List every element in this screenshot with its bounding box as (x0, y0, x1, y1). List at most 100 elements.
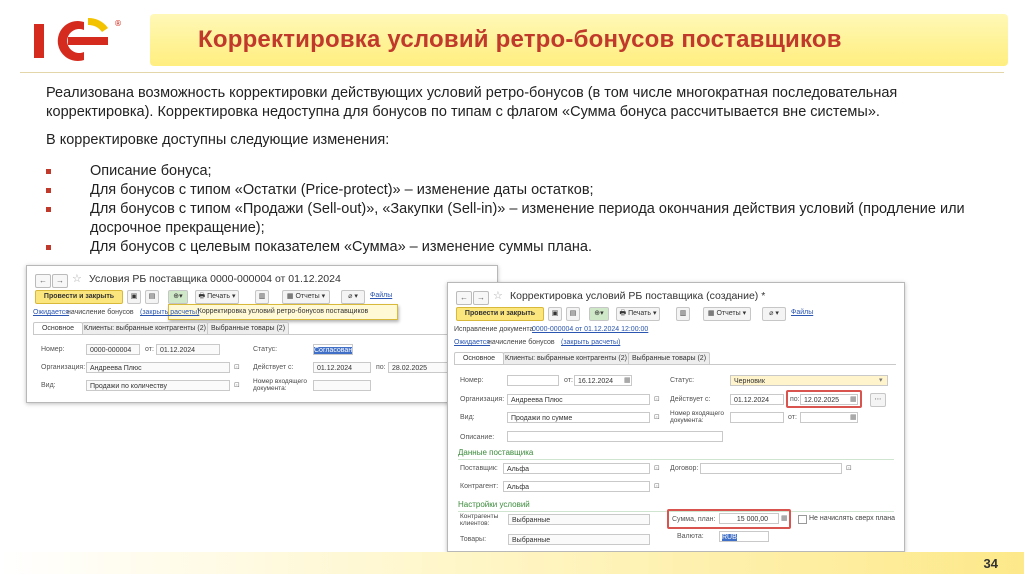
tab-divider (454, 364, 896, 365)
period-button[interactable]: ⋯ (870, 393, 886, 407)
number-field[interactable] (507, 375, 559, 386)
window-title: Корректировка условий РБ поставщика (соз… (510, 290, 766, 302)
print-button[interactable]: 🖶 Печать ▾ (195, 290, 239, 304)
supplier-label: Поставщик: (460, 465, 498, 472)
valid-from-label: Действует с: (253, 364, 294, 371)
list-item: Для бонусов с типом «Остатки (Price-prot… (46, 181, 986, 200)
correction-menu-item[interactable]: Корректировка условий ретро-бонусов пост… (168, 304, 398, 320)
open-icon[interactable]: ⊡ (846, 464, 852, 472)
post-icon[interactable]: ▤ (145, 290, 159, 304)
conditions-section-title: Настройки условий (458, 500, 530, 509)
attach-file-icon[interactable]: ⌀ ▾ (762, 307, 786, 321)
post-icon[interactable]: ▤ (566, 307, 580, 321)
intro-paragraph: Реализована возможность корректировки де… (46, 85, 898, 120)
valid-from-field[interactable]: 01.12.2024 (313, 362, 371, 373)
calculator-icon[interactable]: ▦ (781, 514, 788, 522)
create-based-on-icon[interactable]: ⊕▾ (589, 307, 609, 321)
slide-header: ® Корректировка условий ретро-бонусов по… (0, 0, 1024, 78)
clients-label: Контрагенты клиентов: (460, 513, 499, 527)
contract-label: Договор: (670, 465, 699, 472)
valid-from-field[interactable]: 01.12.2024 (730, 394, 784, 405)
kind-field[interactable]: Продажи по количеству (86, 380, 230, 391)
close-calculations-link[interactable]: (закрыть расчеты) (561, 339, 620, 346)
favorite-star-icon[interactable]: ☆ (72, 272, 82, 285)
calendar-icon[interactable]: ▦ (624, 376, 631, 384)
currency-field[interactable]: RUB (719, 531, 769, 542)
attachment-icon[interactable]: ▥ (255, 290, 269, 304)
goods-label: Товары: (460, 536, 487, 543)
correction-document-window: ← → ☆ Корректировка условий РБ поставщик… (447, 282, 905, 552)
counterparty-field[interactable]: Альфа (503, 481, 650, 492)
valid-to-field[interactable]: 28.02.2025 (388, 362, 448, 373)
status-label: Статус: (253, 346, 278, 353)
number-label: Номер: (460, 377, 484, 384)
reports-button[interactable]: ▦ Отчеты ▾ (703, 307, 751, 321)
tab-divider (33, 334, 489, 335)
correction-text: Исправление документа (454, 326, 534, 333)
from-label: от: (564, 377, 573, 384)
goods-field[interactable]: Выбранные (508, 534, 650, 545)
reports-button[interactable]: ▦ Отчеты ▾ (282, 290, 330, 304)
open-icon[interactable]: ⊡ (654, 464, 660, 472)
open-icon[interactable]: ⊡ (234, 381, 240, 389)
awaiting-link[interactable]: Ожидается (454, 339, 490, 346)
incoming-number-field[interactable] (730, 412, 784, 423)
print-button[interactable]: 🖶 Печать ▾ (616, 307, 660, 321)
source-document-link[interactable]: 0000-000004 от 01.12.2024 12:00:00 (532, 326, 648, 333)
attachment-icon[interactable]: ▥ (676, 307, 690, 321)
post-and-close-button[interactable]: Провести и закрыть (456, 307, 544, 321)
clients-field[interactable]: Выбранные (508, 514, 650, 525)
files-link[interactable]: Файлы (791, 309, 813, 316)
incoming-number-field[interactable] (313, 380, 371, 391)
section-divider (458, 459, 894, 460)
open-icon[interactable]: ⊡ (234, 363, 240, 371)
date-field[interactable]: 01.12.2024 (156, 344, 220, 355)
chevron-down-icon[interactable]: ▾ (879, 376, 883, 384)
changes-list: Описание бонуса; Для бонусов с типом «Ос… (46, 162, 986, 257)
description-label: Описание: (460, 434, 495, 441)
forward-arrow-icon[interactable]: → (473, 291, 489, 305)
list-item: Для бонусов с типом «Продажи (Sell-out)»… (46, 200, 986, 238)
back-arrow-icon[interactable]: ← (35, 274, 51, 288)
forward-arrow-icon[interactable]: → (52, 274, 68, 288)
supplier-field[interactable]: Альфа (503, 463, 650, 474)
description-field[interactable] (507, 431, 723, 442)
calendar-icon[interactable]: ▦ (850, 413, 857, 421)
number-field[interactable]: 0000-000004 (86, 344, 140, 355)
open-icon[interactable]: ⊡ (654, 395, 660, 403)
window-title: Условия РБ поставщика 0000-000004 от 01.… (89, 273, 341, 285)
list-item: Описание бонуса; (46, 162, 986, 181)
status-select[interactable]: Черновик (730, 375, 888, 386)
no-accrue-label: Не начислять сверх плана (809, 515, 896, 522)
back-arrow-icon[interactable]: ← (456, 291, 472, 305)
supplier-section-title: Данные поставщика (458, 448, 534, 457)
plan-field[interactable]: 15 000,00 (719, 513, 779, 524)
status-label: Статус: (670, 377, 695, 384)
create-based-on-icon[interactable]: ⊕▾ (168, 290, 188, 304)
kind-label: Вид: (460, 414, 475, 421)
organization-field[interactable]: Андреева Плюс (507, 394, 650, 405)
kind-field[interactable]: Продажи по сумме (507, 412, 650, 423)
favorite-star-icon[interactable]: ☆ (493, 289, 503, 302)
save-icon[interactable]: ▣ (127, 290, 141, 304)
attach-file-icon[interactable]: ⌀ ▾ (341, 290, 365, 304)
no-accrue-checkbox[interactable] (798, 515, 807, 524)
incoming-number-label: Номер входящего документа: (253, 378, 307, 392)
from-label: от: (145, 346, 154, 353)
status-field[interactable]: Согласован (313, 344, 353, 355)
open-icon[interactable]: ⊡ (654, 482, 660, 490)
contract-field[interactable] (700, 463, 842, 474)
awaiting-link[interactable]: Ожидается (33, 309, 69, 316)
files-link[interactable]: Файлы (370, 292, 392, 299)
list-item: Для бонусов с целевым показателем «Сумма… (46, 238, 986, 257)
calendar-icon[interactable]: ▦ (850, 395, 857, 403)
close-calculations-link[interactable]: (закрыть расчеты) (140, 309, 199, 316)
original-document-window: ← → ☆ Условия РБ поставщика 0000-000004 … (26, 265, 498, 403)
changes-intro: В корректировке доступны следующие измен… (46, 132, 390, 148)
organization-field[interactable]: Андреева Плюс (86, 362, 230, 373)
page-number: 34 (983, 556, 998, 571)
post-and-close-button[interactable]: Провести и закрыть (35, 290, 123, 304)
incoming-from-label: от: (788, 414, 797, 421)
save-icon[interactable]: ▣ (548, 307, 562, 321)
open-icon[interactable]: ⊡ (654, 413, 660, 421)
